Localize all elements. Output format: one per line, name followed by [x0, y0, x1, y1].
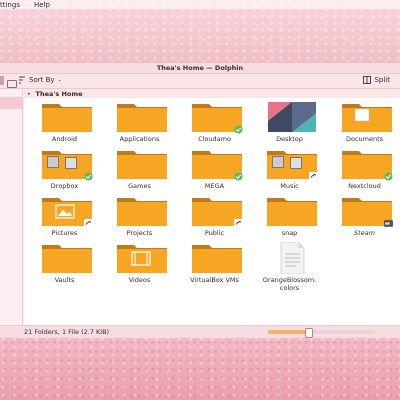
- file-item-label: Vaults: [54, 276, 75, 284]
- folder-icon: [341, 148, 393, 181]
- file-item-android[interactable]: Android: [27, 101, 102, 149]
- folder-icon: [191, 101, 243, 134]
- status-text: 21 Folders, 1 File (2.7 KiB): [24, 328, 110, 336]
- places-selected-item[interactable]: [0, 97, 22, 109]
- file-item-music[interactable]: Music: [252, 148, 327, 196]
- file-item-label: Documents: [345, 135, 384, 143]
- file-item-public[interactable]: Public: [177, 195, 252, 243]
- file-item-label: Dropbox: [50, 182, 79, 190]
- document-icon: [266, 241, 318, 275]
- file-item-label: Music: [280, 182, 299, 190]
- file-item-dropbox[interactable]: Dropbox: [27, 148, 102, 196]
- sort-by-button[interactable]: Sort By ⌄: [18, 76, 62, 84]
- file-item-label: Games: [128, 182, 151, 190]
- file-item-label: Steam: [354, 229, 375, 237]
- folder-icon: [266, 195, 318, 227]
- sort-by-label: Sort By: [29, 76, 55, 84]
- toolbar: Sort By ⌄ Split: [0, 74, 400, 89]
- file-item-steam[interactable]: Steam: [327, 195, 400, 243]
- zoom-slider-handle[interactable]: [304, 328, 313, 338]
- panel-icon[interactable]: [7, 80, 17, 88]
- folder-icon: [41, 242, 93, 274]
- split-button[interactable]: Split: [363, 76, 390, 84]
- folder-icon: [41, 148, 93, 181]
- folder-icon: [116, 101, 168, 133]
- file-item-label: Pictures: [51, 229, 78, 237]
- file-item-desktop[interactable]: Desktop: [252, 101, 327, 149]
- folder-icon: [116, 148, 168, 180]
- file-item-orangeblossom-colors[interactable]: OrangeBlossom. colors: [252, 241, 327, 292]
- file-item-label: Nextcloud: [348, 182, 381, 190]
- file-item-mega[interactable]: MEGA: [177, 148, 252, 196]
- file-item-label: OrangeBlossom. colors: [262, 276, 317, 292]
- file-item-cloudamo[interactable]: Cloudamo: [177, 101, 252, 149]
- folder-icon: [41, 101, 93, 133]
- chevron-right-icon: ▸: [28, 90, 31, 97]
- file-item-projects[interactable]: Projects: [102, 195, 177, 243]
- zoom-slider-fill: [268, 330, 308, 334]
- folder-icon: [116, 242, 168, 274]
- places-panel: [0, 80, 23, 325]
- folder-icon: [341, 195, 393, 227]
- breadcrumb[interactable]: ▸ Thea's Home: [24, 89, 400, 98]
- file-item-documents[interactable]: Documents: [327, 101, 400, 149]
- file-item-label: VirtualBox VMs: [190, 276, 239, 284]
- file-item-label: Desktop: [276, 135, 303, 143]
- desktop-wallpaper-bottom: [0, 336, 400, 400]
- file-item-label: Projects: [126, 229, 153, 237]
- file-item-label: Applications: [119, 135, 160, 143]
- folder-icon: [341, 101, 393, 133]
- file-item-label: Videos: [128, 276, 151, 284]
- chevron-down-icon: ⌄: [57, 77, 62, 83]
- folder-icon: [191, 148, 243, 181]
- folder-icon: [191, 195, 243, 228]
- file-item-nextcloud[interactable]: Nextcloud: [327, 148, 400, 196]
- file-item-vaults[interactable]: Vaults: [27, 242, 102, 290]
- toolbar-edge: [0, 76, 4, 85]
- file-item-label: Android: [51, 135, 78, 143]
- file-view: ▸ Thea's Home Android Applications Cloud…: [24, 89, 400, 325]
- folder-icon: [41, 195, 93, 228]
- split-label: Split: [374, 76, 390, 84]
- menu-bar: ttings Help: [0, 0, 400, 9]
- folder-icon: [116, 195, 168, 227]
- folder-icon: [266, 148, 318, 181]
- file-item-label: MEGA: [204, 182, 225, 190]
- menu-help[interactable]: Help: [34, 1, 50, 9]
- zoom-slider[interactable]: [268, 328, 376, 338]
- file-item-videos[interactable]: Videos: [102, 242, 177, 290]
- file-item-snap[interactable]: snap: [252, 195, 327, 243]
- file-item-label: Public: [204, 229, 225, 237]
- dolphin-window: Thea's Home — Dolphin Sort By ⌄ Split ▸ …: [0, 62, 400, 338]
- file-item-label: Cloudamo: [198, 135, 231, 143]
- desktop-icon: [266, 101, 318, 133]
- sort-icon: [19, 76, 25, 84]
- file-item-pictures[interactable]: Pictures: [27, 195, 102, 243]
- file-item-virtualbox-vms[interactable]: VirtualBox VMs: [177, 242, 252, 290]
- file-item-games[interactable]: Games: [102, 148, 177, 196]
- file-item-applications[interactable]: Applications: [102, 101, 177, 149]
- desktop-wallpaper-top: [0, 0, 400, 62]
- status-bar: 21 Folders, 1 File (2.7 KiB): [0, 325, 400, 338]
- menu-settings[interactable]: ttings: [0, 1, 20, 9]
- folder-icon: [191, 242, 243, 274]
- breadcrumb-label: Thea's Home: [35, 89, 83, 98]
- window-title: Thea's Home — Dolphin: [0, 63, 400, 74]
- split-view-icon: [363, 76, 372, 84]
- file-item-label: snap: [281, 229, 298, 237]
